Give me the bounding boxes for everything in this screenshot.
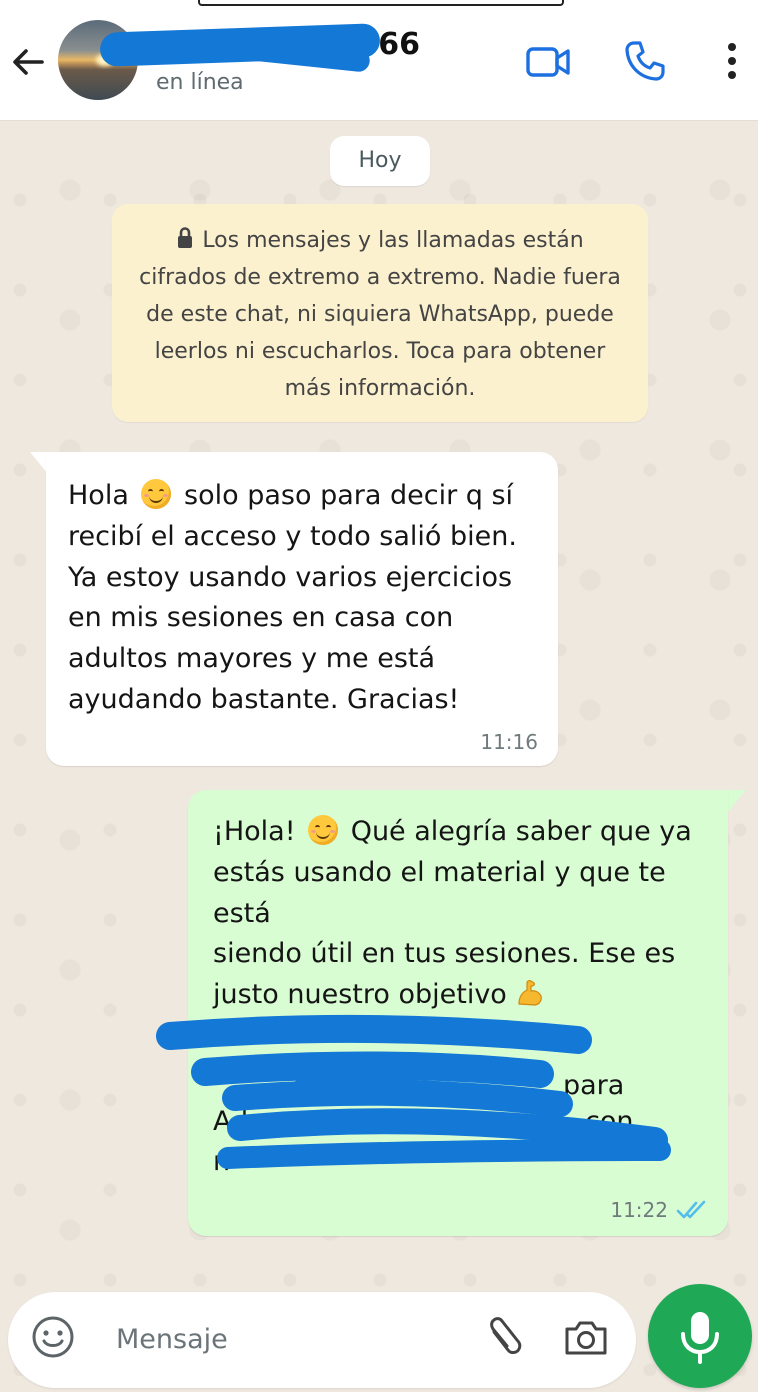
back-arrow-icon: [13, 49, 44, 75]
smile-emoji: [308, 815, 339, 845]
outgoing-message[interactable]: ¡Hola! Qué alegría saber que ya estás us…: [188, 790, 728, 1236]
phone-icon: [625, 41, 665, 81]
encryption-notice-text: Los mensajes y las llamadas están cifrad…: [139, 228, 621, 401]
incoming-message[interactable]: Hola solo paso para decir q sí recibí el…: [46, 452, 558, 766]
redacted-text-fragment: n: [213, 1146, 231, 1177]
message-time: 11:16: [480, 730, 538, 754]
back-button[interactable]: [8, 40, 48, 84]
camera-button[interactable]: [562, 1314, 610, 1362]
flexed-biceps-emoji: [518, 980, 543, 1006]
message-input[interactable]: [114, 1314, 458, 1364]
redacted-text-fragment: con: [585, 1106, 634, 1137]
voice-call-button[interactable]: [622, 38, 668, 84]
smile-emoji: [141, 479, 172, 509]
attach-icon: [490, 1317, 522, 1354]
redacted-text-fragment: Ad: [213, 1106, 249, 1137]
outgoing-message-text: ¡Hola! Qué alegría saber que ya estás us…: [213, 815, 692, 1011]
status-bar-edge: [198, 0, 564, 6]
mic-icon: [681, 1312, 719, 1364]
camera-icon: [565, 1321, 607, 1355]
attach-button[interactable]: [478, 1312, 528, 1362]
message-meta: 11:22: [610, 1198, 708, 1222]
outgoing-bubble-tail: [728, 790, 746, 812]
encryption-notice[interactable]: Los mensajes y las llamadas están cifrad…: [112, 204, 648, 422]
video-call-icon: [526, 47, 570, 77]
lock-icon: [178, 227, 193, 248]
more-options-button[interactable]: [716, 38, 748, 84]
incoming-message-text: Hola solo paso para decir q sí recibí el…: [68, 479, 517, 715]
video-call-button[interactable]: [522, 38, 574, 86]
message-time: 11:22: [610, 1198, 668, 1222]
message-composer: [8, 1292, 636, 1388]
chat-header: 66 en línea: [0, 0, 758, 120]
redacted-text-fragment: para: [563, 1070, 625, 1101]
emoji-button[interactable]: [30, 1314, 76, 1360]
contact-status: en línea: [156, 70, 244, 95]
voice-message-button[interactable]: [648, 1284, 752, 1388]
double-check-icon: [676, 1200, 706, 1219]
emoji-icon: [32, 1316, 74, 1358]
more-vert-icon: [728, 43, 736, 79]
date-chip: Hoy: [330, 136, 430, 186]
